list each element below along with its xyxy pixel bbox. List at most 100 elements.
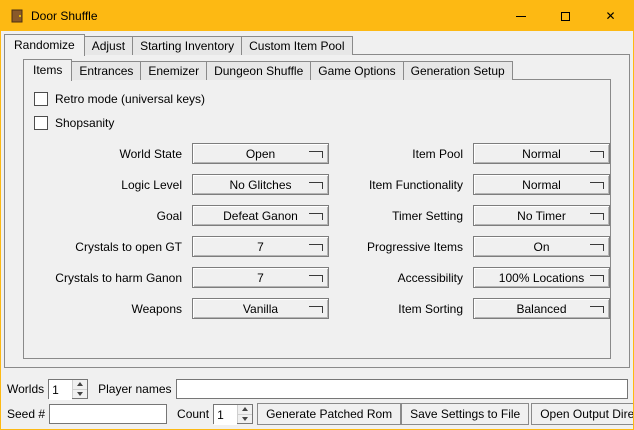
dropdown-indicator-icon [309, 306, 323, 313]
item-functionality-value: Normal [522, 178, 561, 192]
crystals-ganon-label: Crystals to harm Ganon [34, 271, 184, 285]
count-input[interactable] [214, 405, 237, 425]
checkbox-box-icon [34, 116, 48, 130]
count-spin-arrows [237, 405, 252, 423]
item-sorting-value: Balanced [516, 302, 566, 316]
item-functionality-label: Item Functionality [337, 178, 465, 192]
up-arrow-icon [242, 407, 248, 411]
dropdown-indicator-icon [590, 275, 604, 282]
tab-game-options[interactable]: Game Options [310, 61, 403, 80]
randomize-tab-panel: Items Entrances Enemizer Dungeon Shuffle… [4, 54, 630, 368]
tab-custom-item-pool[interactable]: Custom Item Pool [241, 36, 352, 55]
item-pool-dropdown[interactable]: Normal [473, 143, 610, 164]
shopsanity-checkbox[interactable]: Shopsanity [34, 112, 600, 134]
timer-setting-value: No Timer [517, 209, 566, 223]
logic-level-label: Logic Level [34, 178, 184, 192]
tab-generation-setup[interactable]: Generation Setup [403, 61, 513, 80]
save-settings-button[interactable]: Save Settings to File [401, 403, 529, 425]
dropdown-indicator-icon [309, 151, 323, 158]
item-functionality-dropdown[interactable]: Normal [473, 174, 610, 195]
tab-entrances[interactable]: Entrances [71, 61, 141, 80]
close-icon: ✕ [605, 10, 615, 22]
world-state-label: World State [34, 147, 184, 161]
dropdown-indicator-icon [309, 244, 323, 251]
dropdown-indicator-icon [309, 275, 323, 282]
maximize-icon [561, 12, 570, 21]
dropdown-indicator-icon [590, 151, 604, 158]
dropdown-indicator-icon [590, 306, 604, 313]
crystals-gt-dropdown[interactable]: 7 [192, 236, 329, 257]
logic-level-dropdown[interactable]: No Glitches [192, 174, 329, 195]
item-sorting-label: Item Sorting [337, 302, 465, 316]
spin-down-button[interactable] [238, 414, 252, 424]
crystals-ganon-value: 7 [257, 271, 264, 285]
player-names-label: Player names [98, 382, 171, 396]
accessibility-label: Accessibility [337, 271, 465, 285]
seed-label: Seed # [7, 407, 45, 421]
tab-randomize[interactable]: Randomize [4, 34, 85, 56]
app-icon [9, 8, 25, 24]
dropdown-indicator-icon [309, 182, 323, 189]
dropdown-indicator-icon [309, 213, 323, 220]
shopsanity-label: Shopsanity [55, 116, 114, 130]
world-state-dropdown[interactable]: Open [192, 143, 329, 164]
spin-down-button[interactable] [73, 389, 87, 399]
down-arrow-icon [77, 392, 83, 396]
settings-grid: World State Open Item Pool Normal Logic … [34, 143, 600, 319]
items-tab-panel: Retro mode (universal keys) Shopsanity W… [23, 79, 611, 359]
dropdown-indicator-icon [590, 213, 604, 220]
tab-enemizer[interactable]: Enemizer [140, 61, 207, 80]
seed-row: Seed # Count Generate Patched Rom Save S… [7, 403, 629, 425]
down-arrow-icon [242, 417, 248, 421]
tab-dungeon-shuffle[interactable]: Dungeon Shuffle [206, 61, 311, 80]
retro-mode-checkbox[interactable]: Retro mode (universal keys) [34, 88, 600, 110]
tab-adjust[interactable]: Adjust [84, 36, 133, 55]
count-spinbox[interactable] [213, 404, 253, 424]
tab-starting-inventory[interactable]: Starting Inventory [132, 36, 242, 55]
spin-up-button[interactable] [73, 380, 87, 389]
progressive-items-dropdown[interactable]: On [473, 236, 610, 257]
item-pool-label: Item Pool [337, 147, 465, 161]
progressive-items-label: Progressive Items [337, 240, 465, 254]
timer-setting-dropdown[interactable]: No Timer [473, 205, 610, 226]
outer-tab-bar: Randomize Adjust Starting Inventory Cust… [4, 34, 352, 55]
item-pool-value: Normal [522, 147, 561, 161]
up-arrow-icon [77, 382, 83, 386]
minimize-icon [516, 16, 526, 17]
spin-up-button[interactable] [238, 405, 252, 414]
dropdown-indicator-icon [590, 182, 604, 189]
titlebar: Door Shuffle ✕ [1, 1, 633, 31]
item-sorting-dropdown[interactable]: Balanced [473, 298, 610, 319]
crystals-gt-value: 7 [257, 240, 264, 254]
maximize-button[interactable] [543, 1, 588, 31]
accessibility-dropdown[interactable]: 100% Locations [473, 267, 610, 288]
crystals-ganon-dropdown[interactable]: 7 [192, 267, 329, 288]
worlds-spin-arrows [72, 380, 87, 398]
timer-setting-label: Timer Setting [337, 209, 465, 223]
goal-label: Goal [34, 209, 184, 223]
worlds-row: Worlds Player names [7, 379, 628, 399]
progressive-items-value: On [533, 240, 549, 254]
open-output-directory-button[interactable]: Open Output Directory [531, 403, 634, 425]
dropdown-indicator-icon [590, 244, 604, 251]
worlds-spinbox[interactable] [48, 379, 88, 399]
world-state-value: Open [246, 147, 275, 161]
worlds-input[interactable] [49, 380, 72, 400]
seed-input[interactable] [49, 404, 167, 424]
retro-mode-label: Retro mode (universal keys) [55, 92, 205, 106]
window-title: Door Shuffle [31, 9, 98, 23]
close-button[interactable]: ✕ [588, 1, 633, 31]
count-label: Count [177, 407, 209, 421]
goal-dropdown[interactable]: Defeat Ganon [192, 205, 329, 226]
minimize-button[interactable] [498, 1, 543, 31]
accessibility-value: 100% Locations [499, 271, 584, 285]
door-shuffle-window: Door Shuffle ✕ Randomize Adjust Starting… [0, 0, 634, 430]
logic-level-value: No Glitches [229, 178, 291, 192]
generate-patched-rom-button[interactable]: Generate Patched Rom [257, 403, 401, 425]
caption-buttons: ✕ [498, 1, 633, 31]
goal-value: Defeat Ganon [223, 209, 298, 223]
tab-items[interactable]: Items [23, 59, 72, 81]
checkbox-box-icon [34, 92, 48, 106]
weapons-dropdown[interactable]: Vanilla [192, 298, 329, 319]
player-names-input[interactable] [176, 379, 629, 399]
